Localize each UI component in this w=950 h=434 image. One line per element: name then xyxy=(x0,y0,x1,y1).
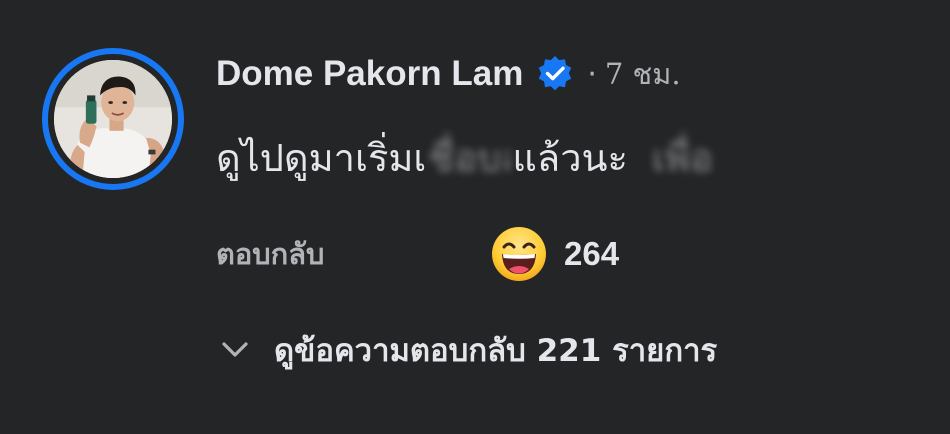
view-replies-label: ดูข้อความตอบกลับ 221 รายการ xyxy=(274,333,718,369)
reaction-count: 264 xyxy=(564,235,620,272)
haha-emoji-icon xyxy=(490,225,548,283)
verified-badge-icon xyxy=(535,54,575,94)
chevron-down-icon xyxy=(218,333,252,367)
comment-text-part-1: ดูไปดูมาเริ่มเ xyxy=(216,135,427,180)
reply-button[interactable]: ตอบกลับ xyxy=(216,231,324,277)
reaction-summary[interactable]: 264 xyxy=(490,226,619,282)
comment: Dome Pakorn Lam · 7 ชม. ดูไปดูมาเริ่มเ ช… xyxy=(0,0,950,434)
avatar[interactable] xyxy=(42,48,184,190)
comment-header: Dome Pakorn Lam · 7 ชม. xyxy=(216,50,681,98)
blurred-text-2: เพื่อ xyxy=(651,135,710,180)
view-replies-button[interactable]: ดูข้อความตอบกลับ 221 รายการ xyxy=(218,324,717,376)
separator-dot: · xyxy=(587,56,597,92)
comment-text: ดูไปดูมาเริ่มเ ชื่อบล แล้วนะ เพื่อ xyxy=(216,127,710,187)
blurred-text-1: ชื่อบล xyxy=(428,135,510,180)
comment-actions: ตอบกลับ 264 xyxy=(216,226,619,282)
comment-text-part-2: แล้วนะ xyxy=(512,135,628,180)
author-name[interactable]: Dome Pakorn Lam xyxy=(216,54,523,94)
avatar-photo xyxy=(54,60,172,178)
timestamp[interactable]: 7 ชม. xyxy=(605,51,681,97)
